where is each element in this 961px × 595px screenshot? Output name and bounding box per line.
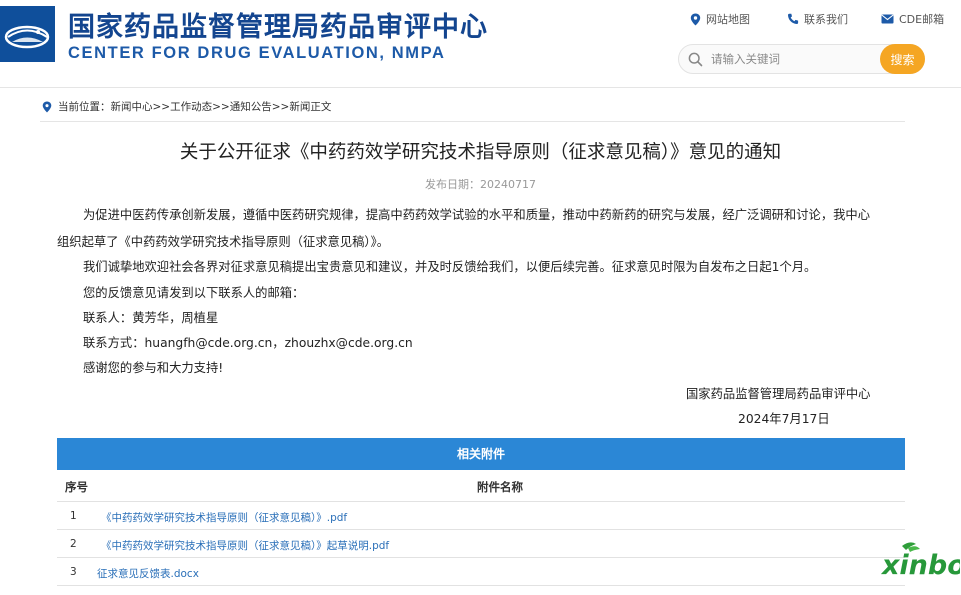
attachments-column-headers: 序号 附件名称 xyxy=(57,470,905,502)
column-header-number: 序号 xyxy=(65,480,88,494)
location-pin-icon xyxy=(42,101,52,112)
attachments-title: 相关附件 xyxy=(57,438,905,470)
attachment-link[interactable]: 征求意见反馈表.docx xyxy=(97,566,199,581)
breadcrumb-item-news-center[interactable]: 新闻中心 xyxy=(111,99,153,114)
mail-label: CDE邮箱 xyxy=(899,13,945,26)
attachment-link[interactable]: 《中药药效学研究技术指导原则（征求意见稿）》起草说明.pdf xyxy=(101,538,389,553)
breadcrumb: 当前位置： 新闻中心 >> 工作动态 >> 通知公告 >> 新闻正文 xyxy=(40,96,905,122)
contact-persons: 联系人：黄芳华，周植星 xyxy=(83,311,219,325)
xinbo-watermark-logo: xinbo xyxy=(880,540,961,581)
sitemap-label: 网站地图 xyxy=(706,13,750,26)
cde-logo-icon xyxy=(0,6,55,62)
site-header: 国家药品监督管理局药品审评中心 CENTER FOR DRUG EVALUATI… xyxy=(0,0,961,88)
column-header-name: 附件名称 xyxy=(477,480,523,494)
publish-date: 发布日期：20240717 xyxy=(0,176,961,192)
search-icon xyxy=(688,52,703,71)
article-paragraph-3: 您的反馈意见请发到以下联系人的邮箱： xyxy=(83,286,305,300)
article-paragraph-1-line-1: 为促进中医药传承创新发展，遵循中医药研究规律，提高中药药效学试验的水平和质量，推… xyxy=(83,208,871,222)
row-number: 3 xyxy=(70,566,77,578)
breadcrumb-item-work-updates[interactable]: 工作动态 xyxy=(170,99,212,114)
breadcrumb-item-notices[interactable]: 通知公告 xyxy=(230,99,272,114)
article-paragraph-2: 我们诚挚地欢迎社会各界对征求意见稿提出宝贵意见和建议，并及时反馈给我们，以便后续… xyxy=(83,260,817,274)
cde-logo[interactable] xyxy=(0,6,55,62)
table-row: 1 《中药药效学研究技术指导原则（征求意见稿）》.pdf xyxy=(57,502,905,530)
site-name-en: CENTER FOR DRUG EVALUATION, NMPA xyxy=(68,44,446,62)
article-title: 关于公开征求《中药药效学研究技术指导原则（征求意见稿）》意见的通知 xyxy=(179,142,782,163)
phone-icon xyxy=(788,13,799,24)
thanks-text: 感谢您的参与和大力支持! xyxy=(83,361,224,375)
signature-date: 2024年7月17日 xyxy=(738,412,830,426)
attachment-link[interactable]: 《中药药效学研究技术指导原则（征求意见稿）》.pdf xyxy=(101,510,347,525)
search-button[interactable]: 搜索 xyxy=(880,44,925,74)
search-input[interactable] xyxy=(711,49,871,69)
article-paragraph-1-line-2: 组织起草了《中药药效学研究技术指导原则（征求意见稿）》。 xyxy=(57,235,390,249)
mail-icon xyxy=(881,14,894,24)
mail-link[interactable]: CDE邮箱 xyxy=(881,11,944,27)
publish-date-label: 发布日期： xyxy=(425,178,480,191)
svg-text:xinbo: xinbo xyxy=(880,550,960,580)
signature-organization: 国家药品监督管理局药品审评中心 xyxy=(686,387,871,401)
table-row: 2 《中药药效学研究技术指导原则（征求意见稿）》起草说明.pdf xyxy=(57,530,905,558)
contact-label: 联系我们 xyxy=(804,13,848,26)
breadcrumb-separator: >> xyxy=(212,100,230,113)
breadcrumb-separator: >> xyxy=(152,100,171,113)
sitemap-link[interactable]: 网站地图 xyxy=(690,11,750,27)
location-pin-icon xyxy=(690,13,701,25)
row-number: 2 xyxy=(70,538,77,550)
table-row: 3 征求意见反馈表.docx xyxy=(57,558,905,586)
breadcrumb-item-current: 新闻正文 xyxy=(289,101,332,113)
site-name-cn: 国家药品监督管理局药品审评中心 xyxy=(68,12,488,43)
contact-link[interactable]: 联系我们 xyxy=(787,11,848,27)
breadcrumb-separator: >> xyxy=(271,100,290,113)
contact-emails: 联系方式：huangfh@cde.org.cn，zhouzhx@cde.org.… xyxy=(83,336,413,350)
breadcrumb-label: 当前位置： xyxy=(58,101,111,113)
attachments-table: 相关附件 序号 附件名称 1 《中药药效学研究技术指导原则（征求意见稿）》.pd… xyxy=(57,438,905,588)
row-number: 1 xyxy=(70,510,77,522)
publish-date-value: 20240717 xyxy=(480,178,536,191)
